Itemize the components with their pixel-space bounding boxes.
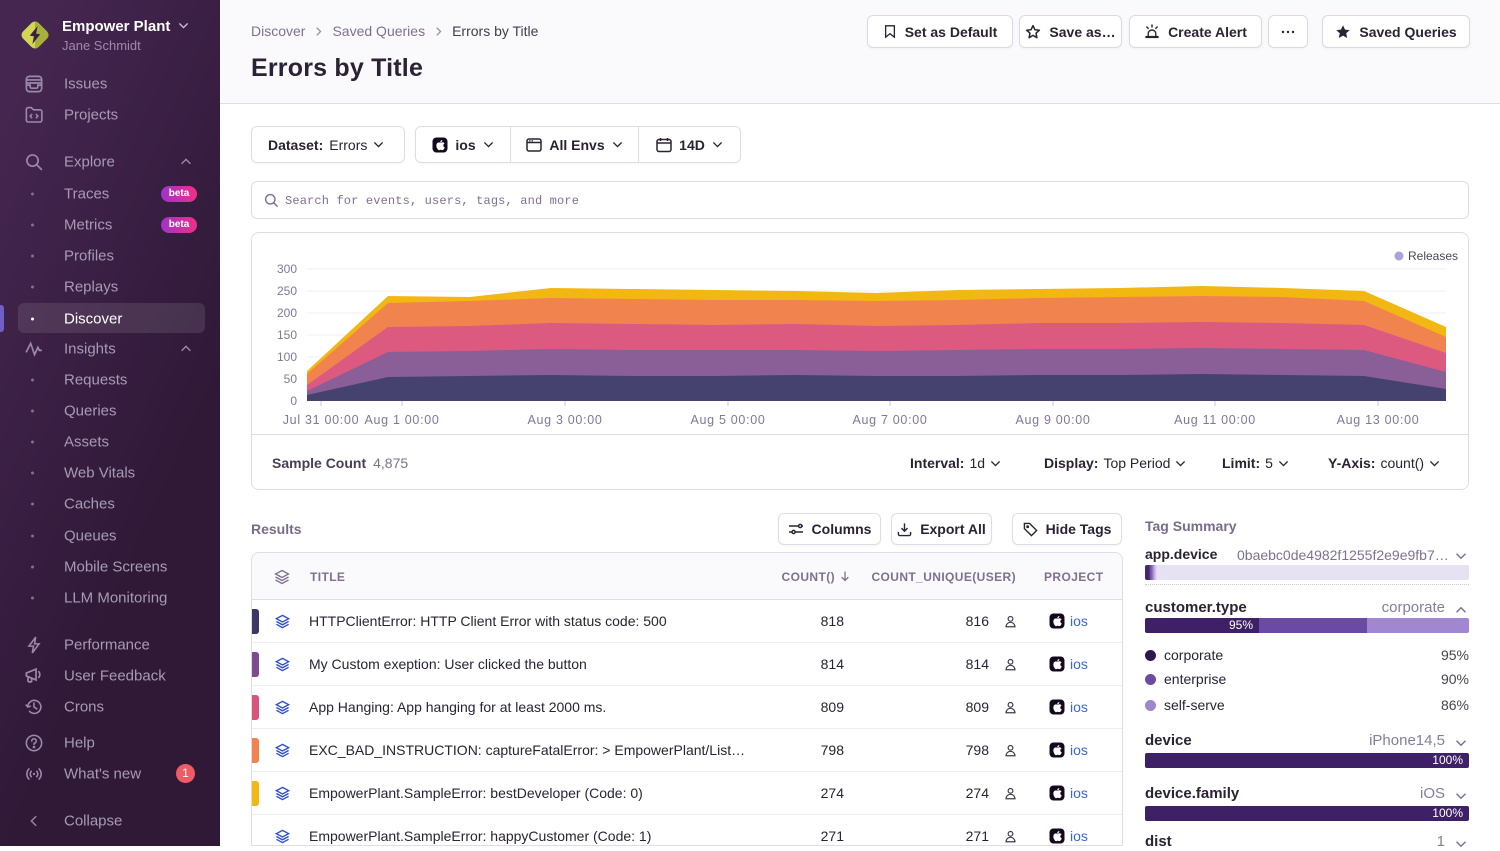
svg-text:300: 300 [277, 262, 297, 276]
svg-text:Aug 5 00:00: Aug 5 00:00 [690, 413, 765, 427]
svg-text:200: 200 [277, 306, 297, 320]
svg-text:150: 150 [277, 328, 297, 342]
svg-text:100: 100 [277, 350, 297, 364]
svg-text:Aug 13 00:00: Aug 13 00:00 [1337, 413, 1420, 427]
svg-text:Releases: Releases [1408, 249, 1458, 263]
svg-text:Aug 11 00:00: Aug 11 00:00 [1174, 413, 1256, 427]
svg-text:Aug 9 00:00: Aug 9 00:00 [1015, 413, 1090, 427]
svg-text:Aug 3 00:00: Aug 3 00:00 [527, 413, 602, 427]
svg-text:250: 250 [277, 284, 297, 298]
svg-text:Aug 7 00:00: Aug 7 00:00 [852, 413, 927, 427]
svg-text:0: 0 [290, 394, 297, 408]
svg-text:Jul 31 00:00: Jul 31 00:00 [283, 413, 360, 427]
svg-text:50: 50 [284, 372, 298, 386]
svg-text:Aug 1 00:00: Aug 1 00:00 [364, 413, 439, 427]
